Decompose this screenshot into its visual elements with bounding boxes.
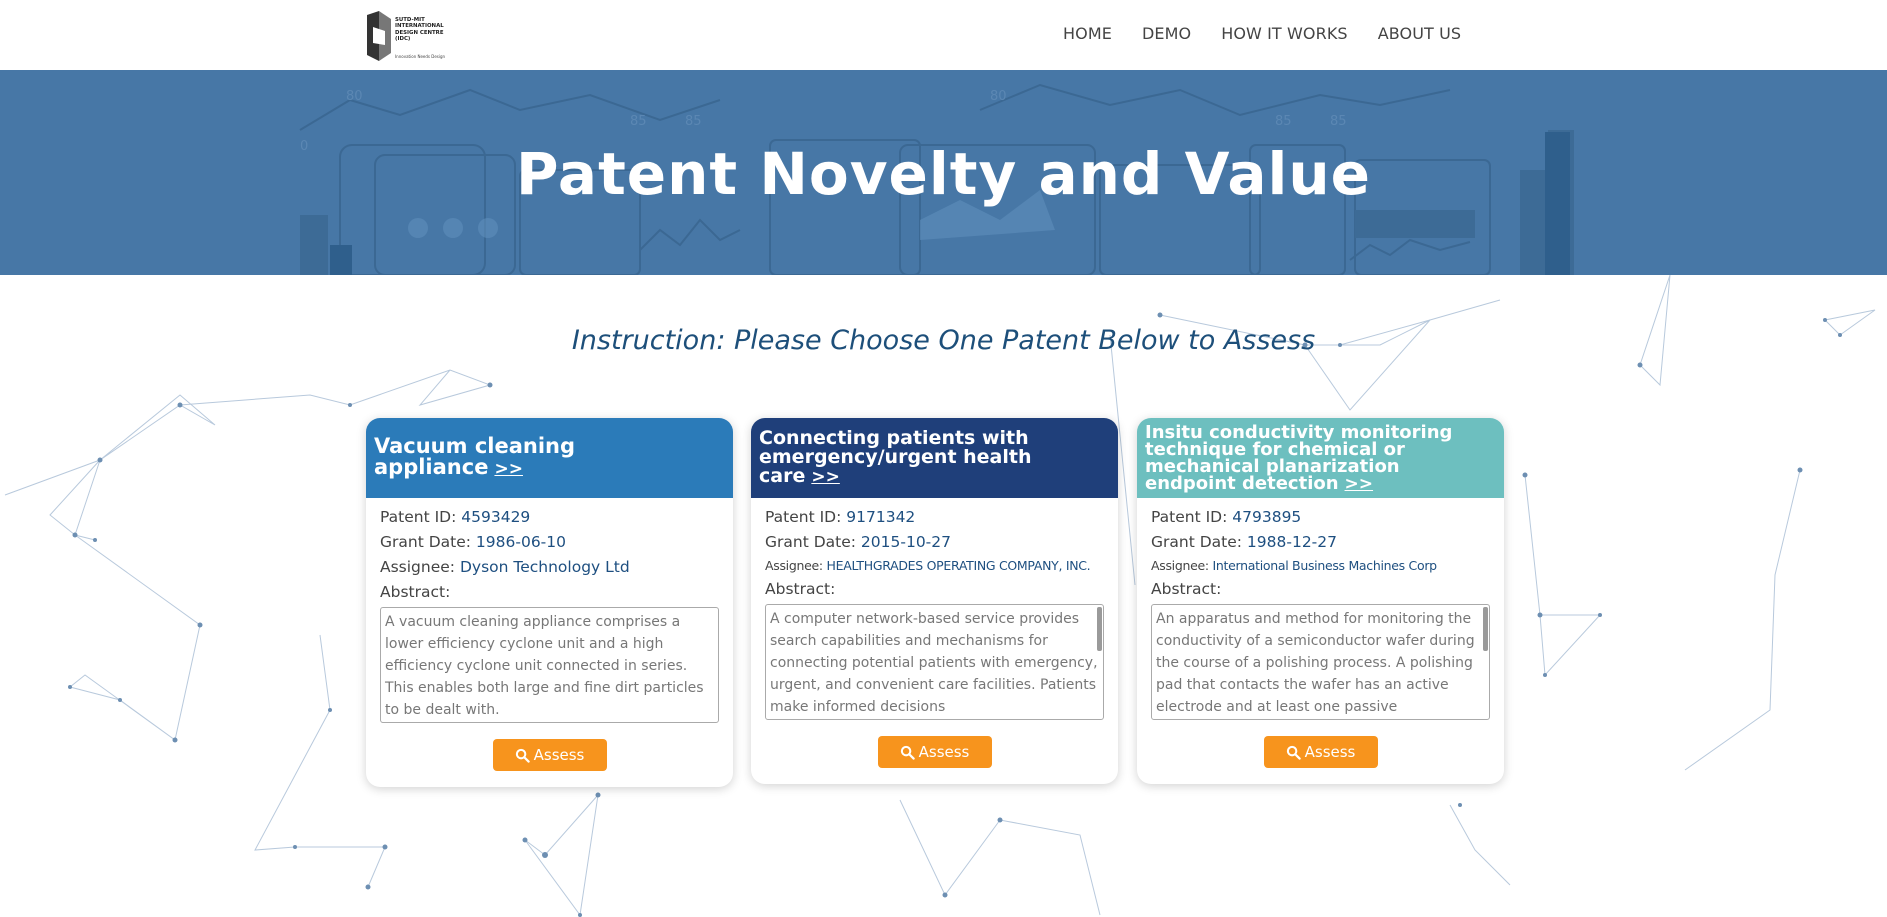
main-nav: HOME DEMO HOW IT WORKS ABOUT US [1063, 24, 1491, 43]
search-icon [515, 748, 530, 763]
abstract-label: Abstract: [1151, 580, 1222, 598]
grant-date-value: 1988-12-27 [1246, 533, 1338, 551]
patent-details-link[interactable]: >> [1345, 474, 1374, 494]
assess-label: Assess [533, 746, 585, 764]
abstract-textbox[interactable]: An apparatus and method for monitoring t… [1151, 604, 1490, 720]
nav-about-us[interactable]: ABOUT US [1378, 24, 1461, 43]
patent-card-header[interactable]: Connecting patients with emergency/urgen… [751, 418, 1118, 498]
patent-card-header[interactable]: Vacuum cleaning appliance >> [366, 418, 733, 498]
abstract-label: Abstract: [765, 580, 836, 598]
grant-date-label: Grant Date: [380, 533, 471, 551]
abstract-textbox[interactable]: A vacuum cleaning appliance comprises a … [380, 607, 719, 723]
patent-id-value: 9171342 [846, 508, 916, 526]
patent-card-header[interactable]: Insitu conductivity monitoring technique… [1137, 418, 1504, 498]
patent-card: Connecting patients with emergency/urgen… [751, 418, 1118, 784]
idc-logo-icon [367, 11, 391, 61]
banner-number: 80 [990, 89, 1007, 104]
assignee-value: Dyson Technology Ltd [459, 558, 630, 576]
scrollbar-thumb[interactable] [1097, 607, 1102, 651]
grant-date-label: Grant Date: [1151, 533, 1242, 551]
nav-demo[interactable]: DEMO [1142, 24, 1191, 43]
banner-number: 85 [1330, 114, 1347, 129]
assess-button[interactable]: Assess [877, 736, 992, 768]
patent-title: Vacuum cleaning appliance [374, 434, 576, 479]
scrollbar-thumb[interactable] [1483, 607, 1488, 651]
top-navbar: SUTD-MIT INTERNATIONAL DESIGN CENTRE (ID… [0, 0, 1887, 70]
patent-title: Insitu conductivity monitoring technique… [1145, 421, 1453, 494]
patent-details-link[interactable]: >> [811, 467, 840, 487]
assignee-value: HEALTHGRADES OPERATING COMPANY, INC. [826, 558, 1091, 573]
abstract-text: A vacuum cleaning appliance comprises a … [385, 614, 704, 718]
assess-label: Assess [918, 743, 970, 761]
banner-number: 85 [630, 114, 647, 129]
assignee-label: Assignee: [1151, 558, 1209, 573]
patent-id-label: Patent ID: [380, 508, 457, 526]
assess-label: Assess [1304, 743, 1356, 761]
search-icon [1286, 745, 1301, 760]
patent-details-link[interactable]: >> [494, 459, 523, 479]
assignee-label: Assignee: [765, 558, 823, 573]
patent-title: Connecting patients with emergency/urgen… [759, 427, 1032, 487]
assess-button[interactable]: Assess [492, 739, 607, 771]
banner-number: 85 [1275, 114, 1292, 129]
grant-date-label: Grant Date: [765, 533, 856, 551]
assignee-label: Assignee: [380, 558, 456, 576]
abstract-textbox[interactable]: A computer network-based service provide… [765, 604, 1104, 720]
banner-number: 80 [346, 89, 363, 104]
nav-home[interactable]: HOME [1063, 24, 1112, 43]
grant-date-value: 1986-06-10 [475, 533, 567, 551]
abstract-text: An apparatus and method for monitoring t… [1156, 611, 1475, 715]
site-logo[interactable]: SUTD-MIT INTERNATIONAL DESIGN CENTRE (ID… [365, 9, 447, 63]
assignee-value: International Business Machines Corp [1212, 558, 1438, 573]
instruction-text: Instruction: Please Choose One Patent Be… [571, 325, 1316, 356]
patent-id-label: Patent ID: [765, 508, 842, 526]
search-icon [900, 745, 915, 760]
banner-number: 85 [685, 114, 702, 129]
patent-card: Insitu conductivity monitoring technique… [1137, 418, 1504, 784]
nav-how-it-works[interactable]: HOW IT WORKS [1221, 24, 1348, 43]
logo-text: SUTD-MIT INTERNATIONAL DESIGN CENTRE (ID… [395, 17, 444, 42]
page-title: Patent Novelty and Value [515, 140, 1371, 208]
logo-tagline: Innovation Needs Design [395, 54, 446, 59]
patent-id-label: Patent ID: [1151, 508, 1228, 526]
abstract-text: A computer network-based service provide… [770, 611, 1098, 715]
patent-id-value: 4593429 [461, 508, 531, 526]
patent-card: Vacuum cleaning appliance >> Patent ID: 4… [366, 418, 733, 787]
grant-date-value: 2015-10-27 [860, 533, 952, 551]
abstract-label: Abstract: [380, 583, 451, 601]
patent-id-value: 4793895 [1232, 508, 1302, 526]
assess-button[interactable]: Assess [1263, 736, 1378, 768]
hero-banner: 80 85 85 0 80 85 85 Patent Novelty and V… [0, 70, 1887, 275]
